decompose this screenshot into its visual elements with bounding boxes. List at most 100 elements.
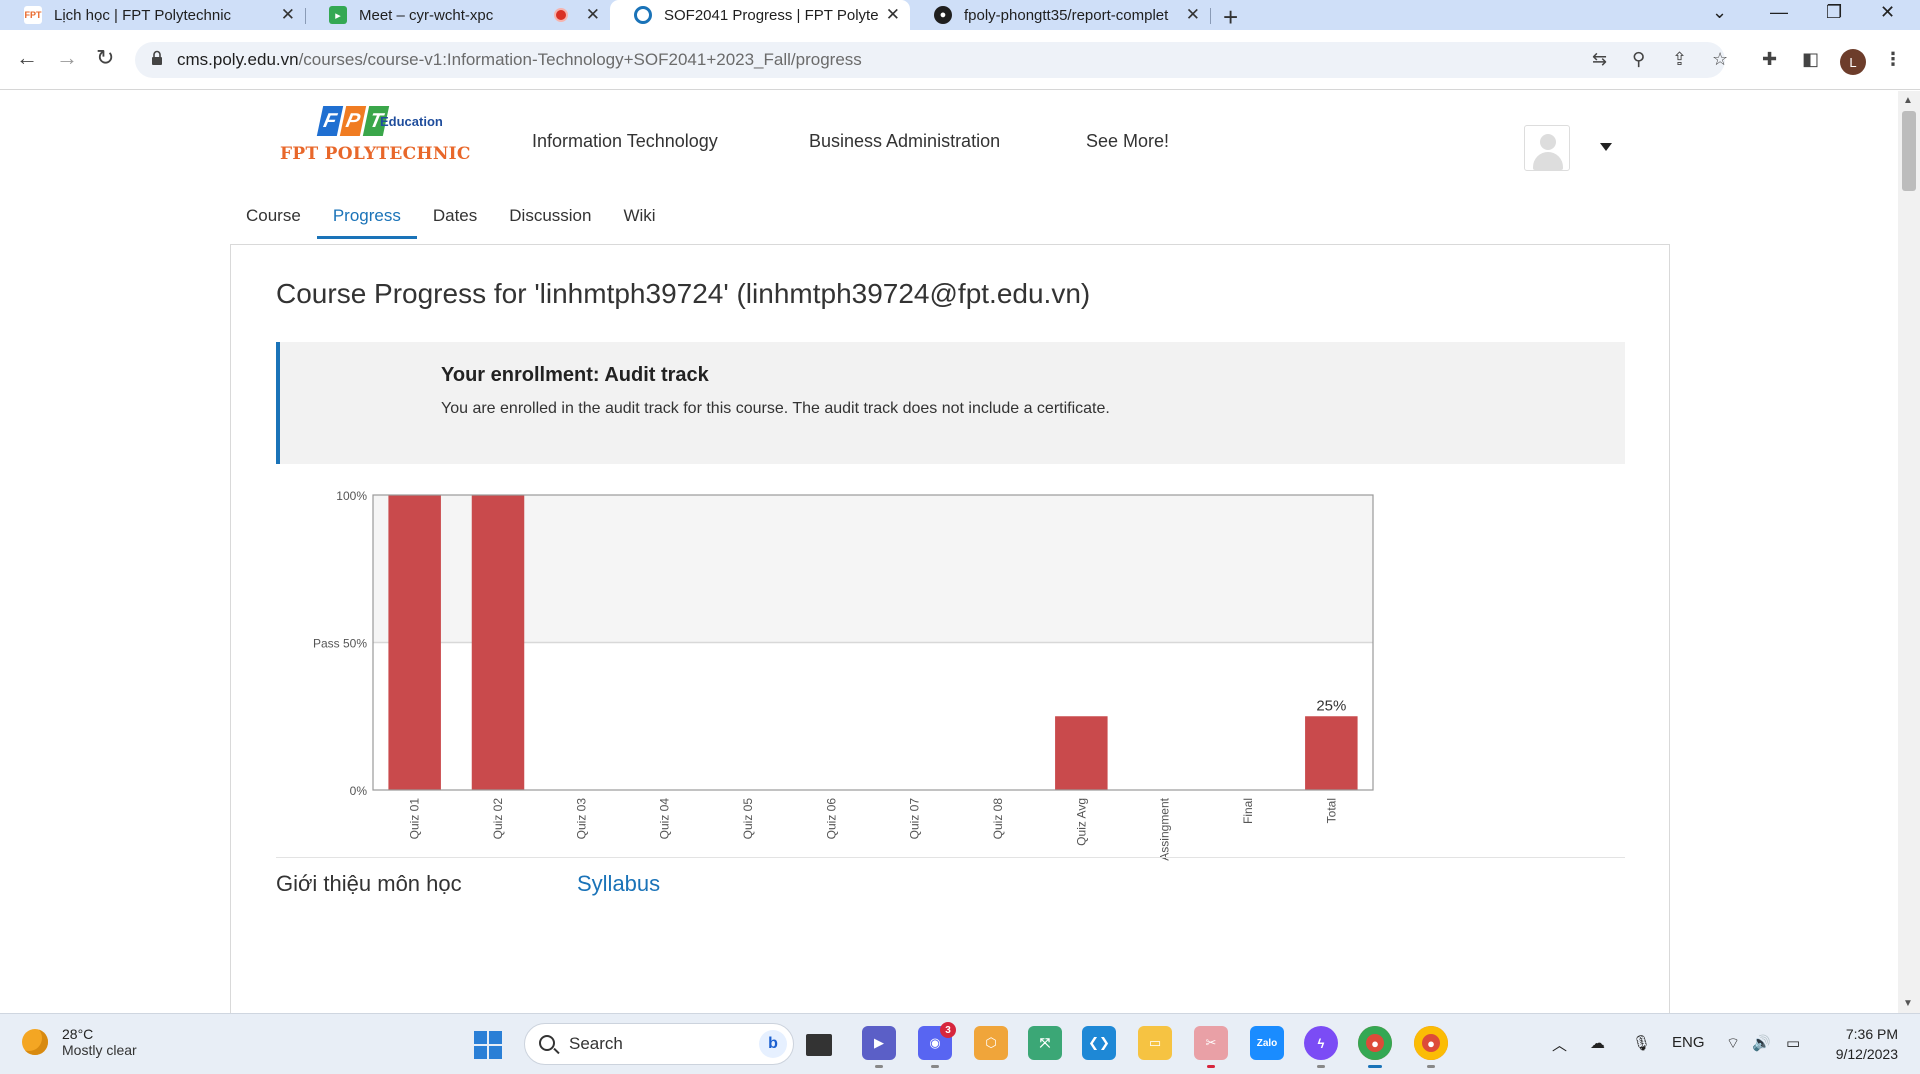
data-label: 25%: [1316, 697, 1346, 714]
tab-dates[interactable]: Dates: [417, 201, 493, 239]
lock-icon[interactable]: [151, 50, 163, 66]
zalo-icon[interactable]: Zalo: [1250, 1026, 1284, 1060]
chart-bar: [1305, 716, 1358, 790]
tab-title: Meet – cyr-wcht-xpc: [359, 6, 494, 24]
page-scrollbar[interactable]: ▲ ▼: [1898, 91, 1920, 1013]
progress-bar-chart: 100% Pass 50% 0% Quiz 01 Quiz 02 Quiz 03 Quiz …: [313, 489, 1374, 861]
browser-tab-strip: FPT Lịch học | FPT Polytechnic ✕ ▸ Meet …: [0, 0, 1920, 33]
tab-separator: [1210, 8, 1211, 24]
fpt-logo-letters: F P T: [316, 106, 390, 136]
tab-meet[interactable]: ▸ Meet – cyr-wcht-xpc ✕: [305, 0, 610, 30]
y-tick-label: 100%: [336, 489, 367, 503]
windows-taskbar: 28°C Mostly clear Search b ▶ ◉ 3 ⬡ ⤧ ❮❯ ▭…: [0, 1013, 1920, 1074]
close-tab-icon[interactable]: ✕: [586, 5, 600, 25]
scroll-up-icon[interactable]: ▲: [1903, 95, 1913, 106]
snip-icon[interactable]: ✂: [1194, 1026, 1228, 1068]
scrollbar-thumb[interactable]: [1902, 111, 1916, 191]
tab-progress[interactable]: Progress: [316, 201, 417, 239]
x-tick-label: Quiz 06: [824, 798, 838, 840]
back-arrow-icon[interactable]: ←: [16, 45, 38, 71]
tray-overflow-chevron-icon[interactable]: ︿: [1552, 1034, 1567, 1055]
chart-bar: [471, 495, 525, 790]
language-indicator[interactable]: ENG: [1672, 1034, 1705, 1051]
tab-sof2041-progress[interactable]: SOF2041 Progress | FPT Polytech ✕: [610, 0, 910, 30]
chrome-icon[interactable]: ●: [1358, 1026, 1392, 1068]
office-hex-icon[interactable]: ⬡: [974, 1026, 1008, 1060]
vscode-icon[interactable]: ❮❯: [1082, 1026, 1116, 1060]
tab-github[interactable]: ● fpoly-phongtt35/report-complet ✕: [910, 0, 1211, 30]
folder-icon[interactable]: ▭: [1138, 1026, 1172, 1060]
x-tick-label: Total: [1324, 798, 1338, 823]
edx-circle-icon: [634, 6, 652, 24]
discord-badge: 3: [940, 1022, 956, 1038]
close-tab-icon[interactable]: ✕: [281, 5, 295, 25]
zoom-icon[interactable]: ⚲: [1632, 49, 1645, 70]
bing-icon[interactable]: b: [759, 1030, 787, 1058]
profile-avatar[interactable]: L: [1840, 49, 1866, 75]
clock-time: 7:36 PM: [1845, 1026, 1898, 1042]
scroll-down-icon[interactable]: ▼: [1903, 998, 1913, 1009]
zoom-icon[interactable]: ▶: [862, 1026, 896, 1068]
taskbar-search[interactable]: Search b: [524, 1023, 794, 1065]
avatar-body: [1533, 152, 1563, 170]
x-tick-label: Quiz Avg: [1074, 798, 1088, 846]
vs-tool-icon[interactable]: ⤧: [1028, 1026, 1062, 1060]
bookmark-star-icon[interactable]: ☆: [1712, 49, 1728, 70]
x-tick-label: Assingment: [1158, 797, 1172, 860]
user-menu-caret-icon[interactable]: [1600, 143, 1612, 151]
tab-lich-hoc[interactable]: FPT Lịch học | FPT Polytechnic ✕: [0, 0, 306, 30]
close-tab-icon[interactable]: ✕: [1186, 5, 1200, 25]
taskbar-clock[interactable]: 7:36 PM 9/12/2023: [1836, 1024, 1898, 1064]
tab-wiki[interactable]: Wiki: [607, 201, 671, 239]
share-icon[interactable]: ⇪: [1672, 49, 1687, 70]
enrollment-notice: Your enrollment: Audit track You are enr…: [276, 342, 1625, 464]
enrollment-title: Your enrollment: Audit track: [441, 364, 709, 386]
avatar-head: [1540, 134, 1556, 150]
chrome-profile-icon[interactable]: ●: [1414, 1026, 1448, 1068]
y-tick-label: Pass 50%: [313, 637, 367, 651]
extensions-puzzle-icon[interactable]: ✚: [1762, 49, 1777, 70]
onedrive-cloud-icon[interactable]: ☁: [1590, 1034, 1605, 1052]
browser-menu-icon[interactable]: ⋮: [1884, 49, 1902, 70]
nav-business-administration[interactable]: Business Administration: [809, 131, 1000, 152]
battery-icon[interactable]: ▭: [1786, 1034, 1800, 1052]
x-tick-label: Quiz 07: [908, 798, 922, 840]
minimize-button[interactable]: —: [1770, 2, 1788, 23]
tab-search-chevron-icon[interactable]: ⌄: [1712, 2, 1727, 23]
windows-start-icon[interactable]: [474, 1031, 502, 1059]
translate-icon[interactable]: ⇆: [1592, 49, 1607, 70]
course-intro-heading: Giới thiệu môn học: [276, 871, 462, 896]
page-content: F P T Education FPT POLYTECHNIC Informat…: [0, 91, 1898, 1013]
tab-course[interactable]: Course: [230, 201, 317, 239]
nav-information-technology[interactable]: Information Technology: [532, 131, 718, 152]
chart-bar: [1055, 716, 1108, 790]
y-tick-label: 0%: [350, 784, 368, 798]
new-tab-button[interactable]: +: [1223, 2, 1238, 33]
fpt-polytechnic-logo[interactable]: F P T Education FPT POLYTECHNIC: [280, 106, 480, 166]
tab-title: Lịch học | FPT Polytechnic: [54, 6, 232, 24]
weather-widget[interactable]: 28°C Mostly clear: [22, 1026, 137, 1058]
nav-see-more[interactable]: See More!: [1086, 131, 1169, 152]
close-window-button[interactable]: ✕: [1880, 2, 1895, 23]
volume-icon[interactable]: 🔊: [1752, 1034, 1771, 1052]
syllabus-link[interactable]: Syllabus: [577, 871, 660, 897]
side-panel-icon[interactable]: ◧: [1802, 49, 1819, 70]
chart-bar: [388, 495, 441, 790]
search-label: Search: [569, 1034, 623, 1053]
forward-arrow-icon[interactable]: →: [56, 45, 78, 71]
messenger-icon[interactable]: ϟ: [1304, 1026, 1338, 1068]
user-avatar[interactable]: [1524, 125, 1570, 171]
discord-icon[interactable]: ◉ 3: [918, 1022, 956, 1068]
tab-title: fpoly-phongtt35/report-complet: [964, 6, 1169, 24]
fpt-favicon: FPT: [24, 6, 42, 24]
close-tab-icon[interactable]: ✕: [886, 5, 900, 25]
x-tick-label: Quiz 03: [574, 798, 588, 840]
tab-discussion[interactable]: Discussion: [493, 201, 607, 239]
file-explorer-icon[interactable]: [806, 1034, 832, 1056]
address-bar[interactable]: cms.poly.edu.vn/courses/course-v1:Inform…: [135, 42, 1725, 78]
reload-icon[interactable]: ↻: [96, 45, 114, 71]
restore-button[interactable]: ❐: [1826, 2, 1842, 23]
x-tick-label: Quiz 02: [491, 798, 505, 840]
wifi-icon[interactable]: ⌔: [1726, 1034, 1740, 1053]
microphone-icon[interactable]: 🎙: [1632, 1034, 1651, 1052]
